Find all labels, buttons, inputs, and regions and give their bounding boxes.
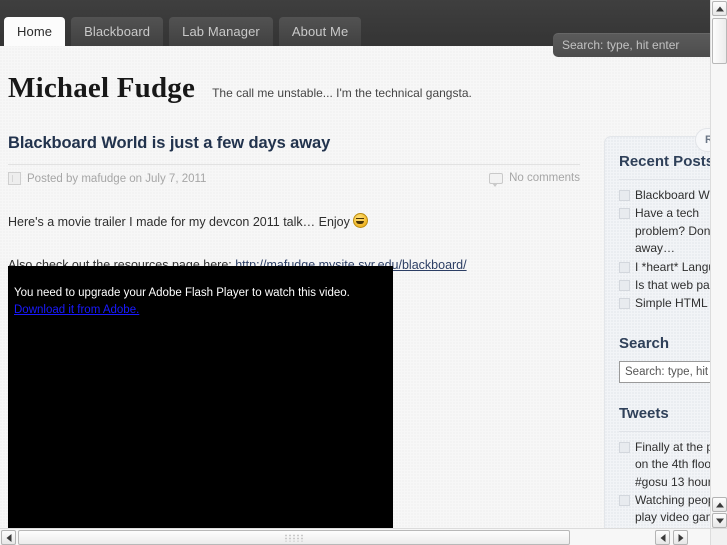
chevron-up-icon (715, 6, 724, 11)
recent-post-label: Blackboard World is just a few days away (635, 188, 710, 202)
post-title[interactable]: Blackboard World is just a few days away (8, 134, 580, 153)
recent-post-label: Have a tech problem? Don't walk away… (635, 206, 710, 256)
vertical-scroll-thumb[interactable] (712, 18, 727, 64)
list-item[interactable]: I *heart* Languages (619, 259, 710, 276)
main-content: Blackboard World is just a few days away… (8, 134, 580, 275)
list-item[interactable]: Have a tech problem? Don't walk away… (619, 205, 710, 257)
recent-post-label: I *heart* Languages (635, 259, 710, 274)
recent-posts-title: Recent Posts (619, 153, 710, 170)
horizontal-scroll-thumb[interactable] (18, 530, 570, 545)
tweet-text: Finally at the palace on the 4th floor. … (635, 439, 710, 489)
nav-tab-lab-manager[interactable]: Lab Manager (169, 17, 273, 46)
chevron-left-icon (660, 533, 665, 542)
sidebar-search-input[interactable] (619, 360, 710, 383)
flash-video-placeholder[interactable]: You need to upgrade your Adobe Flash Pla… (8, 266, 393, 528)
chevron-up-icon (715, 502, 724, 507)
nav-tab-about-me[interactable]: About Me (278, 17, 362, 46)
post-bullet-icon (619, 298, 630, 310)
tweets-title: Tweets (619, 404, 669, 422)
search-widget-title: Search (619, 334, 670, 352)
list-item[interactable]: Blackboard World is just a few days away (619, 187, 710, 204)
scrollbar-corner (710, 528, 727, 545)
post-paragraph-1: Here's a movie trailer I made for my dev… (8, 213, 580, 232)
download-flash-link[interactable]: Download it from Adobe. (14, 304, 139, 316)
flash-upgrade-text: You need to upgrade your Adobe Flash Pla… (14, 287, 350, 299)
post-bullet-icon (619, 279, 630, 291)
recent-posts-list: Blackboard World is just a few days away… (619, 179, 710, 313)
smiley-icon (352, 213, 368, 228)
nav-tab-blackboard[interactable]: Blackboard (71, 17, 164, 46)
post-meta-author: Posted by mafudge on July 7, 2011 (8, 172, 206, 185)
rss-badge[interactable]: R (695, 128, 710, 152)
nav-tab-lab-manager-label: Lab Manager (182, 24, 260, 39)
site-branding: Michael Fudge The call me unstable... I'… (8, 72, 472, 105)
nav-tab-home-label: Home (17, 24, 53, 39)
post-bullet-icon (619, 261, 630, 273)
widget-tweets: Tweets Finally at the palace on the 4th … (619, 405, 710, 528)
tweets-list: Finally at the palace on the 4th floor. … (619, 430, 710, 528)
post-bullet-icon (619, 190, 630, 201)
page-icon (8, 172, 21, 185)
browser-viewport: Home Blackboard Lab Manager About Me Mic… (0, 0, 710, 528)
scroll-up-button-bottom[interactable] (712, 497, 727, 512)
web-page: Home Blackboard Lab Manager About Me Mic… (0, 0, 710, 528)
list-item[interactable]: Watching people play video games is amus… (619, 492, 710, 528)
flash-upgrade-message: You need to upgrade your Adobe Flash Pla… (8, 266, 393, 320)
scroll-left-button[interactable] (1, 530, 16, 545)
nav-tab-about-me-label: About Me (291, 24, 349, 39)
site-navigation-bar: Home Blackboard Lab Manager About Me (0, 0, 710, 57)
widget-search: Search (619, 335, 710, 383)
sidebar: R Recent Posts Blackboard World is just … (604, 128, 710, 528)
site-tagline: The call me unstable... I'm the technica… (212, 86, 472, 100)
post-meta: Posted by mafudge on July 7, 2011 No com… (8, 164, 580, 189)
post-meta-author-label: Posted by mafudge on July 7, 2011 (27, 172, 207, 185)
comment-bubble-icon (489, 172, 504, 187)
list-item[interactable]: Finally at the palace on the 4th floor. … (619, 439, 710, 491)
scroll-right-button[interactable] (673, 530, 688, 545)
tweet-bullet-icon (619, 441, 630, 453)
list-item[interactable]: Simple HTML tags (619, 295, 710, 312)
header-search-input[interactable] (553, 33, 710, 57)
post-meta-comments-label: No comments (509, 172, 580, 184)
chevron-left-icon (6, 533, 11, 542)
site-title: Michael Fudge (8, 72, 196, 104)
nav-tab-list: Home Blackboard Lab Manager About Me (4, 17, 367, 46)
scroll-up-button[interactable] (712, 1, 727, 16)
recent-post-label: Is that web page for real? (635, 277, 710, 292)
widget-recent-posts: Recent Posts Blackboard World is just a … (619, 153, 710, 313)
nav-tab-blackboard-label: Blackboard (84, 24, 151, 39)
post-paragraph-1-text: Here's a movie trailer I made for my dev… (8, 215, 350, 229)
scroll-down-button[interactable] (712, 513, 727, 528)
chevron-down-icon (715, 518, 724, 523)
scroll-left-button-right[interactable] (655, 530, 670, 545)
horizontal-scrollbar[interactable] (0, 528, 727, 545)
chevron-right-icon (678, 533, 683, 542)
nav-tab-home[interactable]: Home (4, 17, 66, 46)
vertical-scrollbar[interactable] (710, 0, 727, 528)
recent-post-label: Simple HTML tags (635, 296, 710, 311)
post-bullet-icon (619, 208, 630, 220)
tweet-bullet-icon (619, 494, 630, 506)
post-meta-comments[interactable]: No comments (489, 172, 580, 187)
tweet-text: Watching people play video games is amus… (635, 492, 710, 528)
scroll-thumb-grip (285, 534, 303, 541)
list-item[interactable]: Is that web page for real? (619, 277, 710, 294)
header-search-box[interactable] (553, 33, 710, 57)
